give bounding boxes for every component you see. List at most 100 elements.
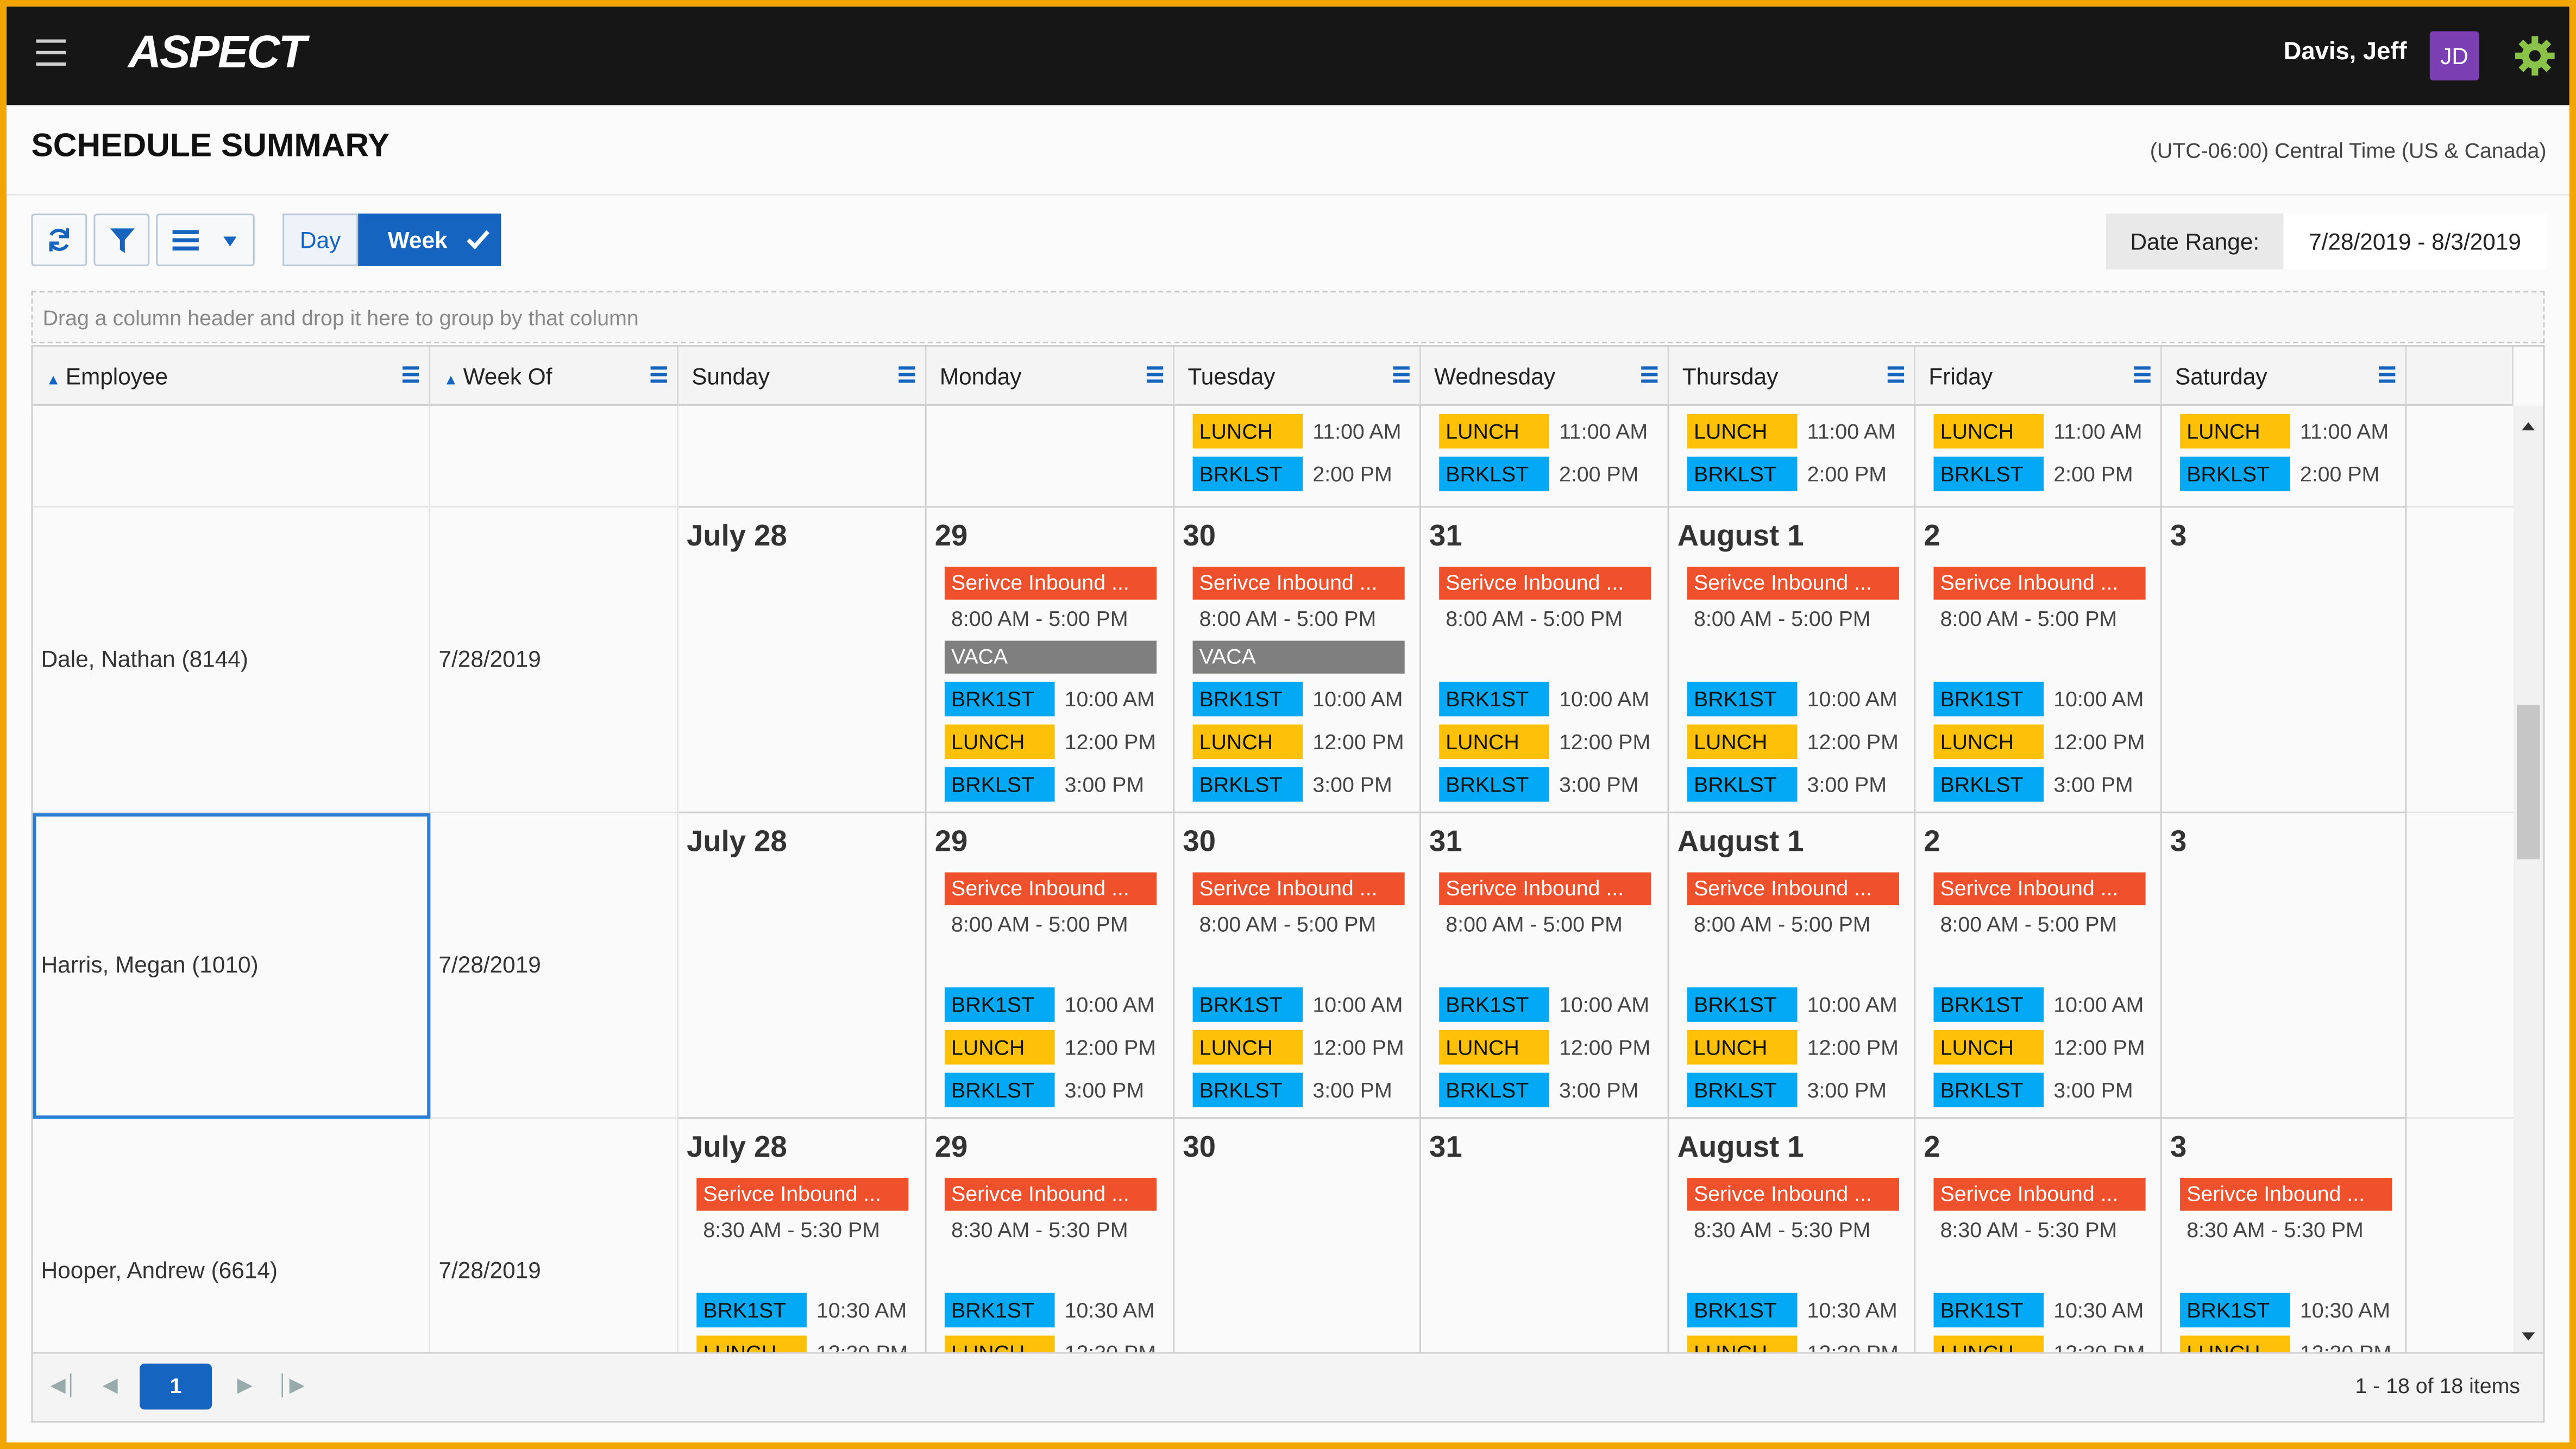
activity-tag[interactable]: LUNCH [1192,413,1303,449]
scroll-down-icon[interactable] [2522,1332,2535,1341]
day-cell[interactable]: 29 Serivce Inbound ... 8:00 AM - 5:00 PM VA… [926,507,1175,813]
activity-tag[interactable]: BRKLST [944,767,1055,802]
activity-tag[interactable]: BRK1ST [1933,1293,2044,1328]
date-range-input[interactable]: 7/28/2019 - 8/3/2019 [2283,214,2547,269]
day-cell[interactable]: 2 Serivce Inbound ... 8:30 AM - 5:30 PM BRK… [1915,1119,2162,1352]
shift-tag[interactable]: Serivce Inbound ... [1192,567,1405,600]
column-menu-icon[interactable] [1887,366,1905,386]
day-cell[interactable]: July 28 [678,813,927,1119]
vacation-tag[interactable]: VACA [1192,641,1405,674]
day-cell[interactable]: 2 Serivce Inbound ... 8:00 AM - 5:00 PM BRK… [1915,507,2162,813]
shift-tag[interactable]: Serivce Inbound ... [696,1178,909,1211]
activity-tag[interactable]: BRK1ST [696,1293,807,1328]
column-menu-icon[interactable] [1641,366,1658,386]
activity-tag[interactable]: LUNCH [1192,724,1303,759]
day-cell[interactable]: 30 Serivce Inbound ... 8:00 AM - 5:00 PM BR… [1174,813,1421,1119]
activity-tag[interactable]: BRK1ST [1192,987,1303,1022]
activity-tag[interactable]: BRKLST [1439,1072,1549,1108]
activity-tag[interactable]: BRKLST [1192,767,1303,802]
prev-page-icon[interactable]: ◀ [95,1370,124,1400]
view-week-button[interactable]: Week [358,214,501,266]
user-name[interactable]: Davis, Jeff [2284,38,2407,66]
column-header-tuesday[interactable]: Tuesday [1174,347,1421,406]
column-menu-icon[interactable] [1146,366,1164,386]
activity-tag[interactable]: BRK1ST [1933,681,2044,717]
gear-icon[interactable] [2514,34,2556,77]
shift-tag[interactable]: Serivce Inbound ... [1687,567,1899,600]
activity-tag[interactable]: BRKLST [1933,1072,2044,1108]
activity-tag[interactable]: LUNCH [1933,1335,2044,1352]
column-header-sunday[interactable]: Sunday [678,347,927,406]
activity-tag[interactable]: LUNCH [1192,1030,1303,1065]
activity-tag[interactable]: BRKLST [1933,456,2044,492]
employee-cell[interactable]: Hooper, Andrew (6614) [33,1119,431,1352]
day-cell[interactable]: August 1 Serivce Inbound ... 8:30 AM - 5:3… [1669,1119,1916,1352]
column-header-friday[interactable]: Friday [1915,347,2162,406]
activity-tag[interactable]: BRKLST [1192,1072,1303,1108]
day-cell[interactable]: 31 Serivce Inbound ... 8:00 AM - 5:00 PM BR… [1421,813,1669,1119]
last-page-icon[interactable]: │▶ [276,1370,305,1400]
day-cell[interactable]: 29 Serivce Inbound ... 8:30 AM - 5:30 PM BR… [927,1119,1175,1352]
activity-tag[interactable]: LUNCH [1687,413,1798,449]
column-header-employee[interactable]: ▲ Employee [33,347,431,406]
refresh-button[interactable] [31,214,87,266]
activity-tag[interactable]: BRK1ST [944,987,1055,1022]
shift-tag[interactable]: Serivce Inbound ... [1687,1178,1899,1211]
activity-tag[interactable]: LUNCH [1933,724,2044,759]
activity-tag[interactable]: LUNCH [1439,1030,1549,1065]
shift-tag[interactable]: Serivce Inbound ... [1439,567,1651,600]
column-menu-icon[interactable] [402,366,419,386]
activity-tag[interactable]: BRKLST [1687,456,1798,492]
first-page-icon[interactable]: ◀│ [49,1370,79,1400]
day-cell[interactable]: 31 [1421,1119,1669,1352]
shift-tag[interactable]: Serivce Inbound ... [944,567,1157,600]
activity-tag[interactable]: BRK1ST [1687,681,1798,717]
activity-tag[interactable]: LUNCH [1687,1335,1798,1352]
activity-tag[interactable]: LUNCH [944,724,1055,759]
activity-tag[interactable]: BRK1ST [1687,987,1798,1022]
employee-cell[interactable]: Harris, Megan (1010) [33,813,431,1119]
activity-tag[interactable]: BRK1ST [1439,681,1549,717]
activity-tag[interactable]: LUNCH [1687,724,1798,759]
next-page-icon[interactable]: ▶ [230,1370,259,1400]
activity-tag[interactable]: LUNCH [1439,413,1549,449]
group-panel[interactable]: Drag a column header and drop it here to… [31,291,2545,343]
day-cell[interactable]: 3 Serivce Inbound ... 8:30 AM - 5:30 PM BRK… [2162,1119,2407,1352]
column-header-monday[interactable]: Monday [926,347,1175,406]
hamburger-icon[interactable] [36,39,66,69]
column-menu-icon[interactable] [650,366,667,386]
columns-menu-button[interactable] [156,214,255,266]
activity-tag[interactable]: LUNCH [1933,1030,2044,1065]
activity-tag[interactable]: BRK1ST [944,681,1055,717]
column-menu-icon[interactable] [1393,366,1410,386]
filter-button[interactable] [93,214,150,266]
avatar[interactable]: JD [2429,31,2479,81]
shift-tag[interactable]: Serivce Inbound ... [2180,1178,2392,1211]
day-cell[interactable]: August 1 Serivce Inbound ... 8:00 AM - 5:0… [1669,507,1916,813]
shift-tag[interactable]: Serivce Inbound ... [1933,872,2146,906]
activity-tag[interactable]: BRK1ST [1687,1293,1798,1328]
day-cell[interactable]: 31 Serivce Inbound ... 8:00 AM - 5:00 PM BR… [1421,507,1669,813]
activity-tag[interactable]: BRKLST [1192,456,1303,492]
activity-tag[interactable]: LUNCH [2180,413,2290,449]
activity-tag[interactable]: LUNCH [1687,1030,1798,1065]
day-cell[interactable]: July 28 [678,507,927,813]
activity-tag[interactable]: BRKLST [1439,456,1549,492]
day-cell[interactable]: 3 [2162,507,2407,813]
shift-tag[interactable]: Serivce Inbound ... [1933,567,2146,600]
activity-tag[interactable]: LUNCH [696,1335,807,1352]
column-header-saturday[interactable]: Saturday [2162,347,2407,406]
activity-tag[interactable]: BRK1ST [1192,681,1303,717]
shift-tag[interactable]: Serivce Inbound ... [1687,872,1899,906]
day-cell[interactable]: 30 Serivce Inbound ... 8:00 AM - 5:00 PM VA… [1174,507,1421,813]
activity-tag[interactable]: BRKLST [1687,1072,1798,1108]
week-of-cell[interactable]: 7/28/2019 [430,1119,678,1352]
activity-tag[interactable]: BRK1ST [944,1293,1055,1328]
vertical-scrollbar[interactable] [2514,405,2543,1352]
column-menu-icon[interactable] [2379,366,2396,386]
view-day-button[interactable]: Day [282,214,359,266]
day-cell[interactable]: 30 [1174,1119,1421,1352]
activity-tag[interactable]: LUNCH [944,1335,1055,1352]
activity-tag[interactable]: BRK1ST [2180,1293,2290,1328]
day-cell[interactable]: August 1 Serivce Inbound ... 8:00 AM - 5:0… [1669,813,1916,1119]
